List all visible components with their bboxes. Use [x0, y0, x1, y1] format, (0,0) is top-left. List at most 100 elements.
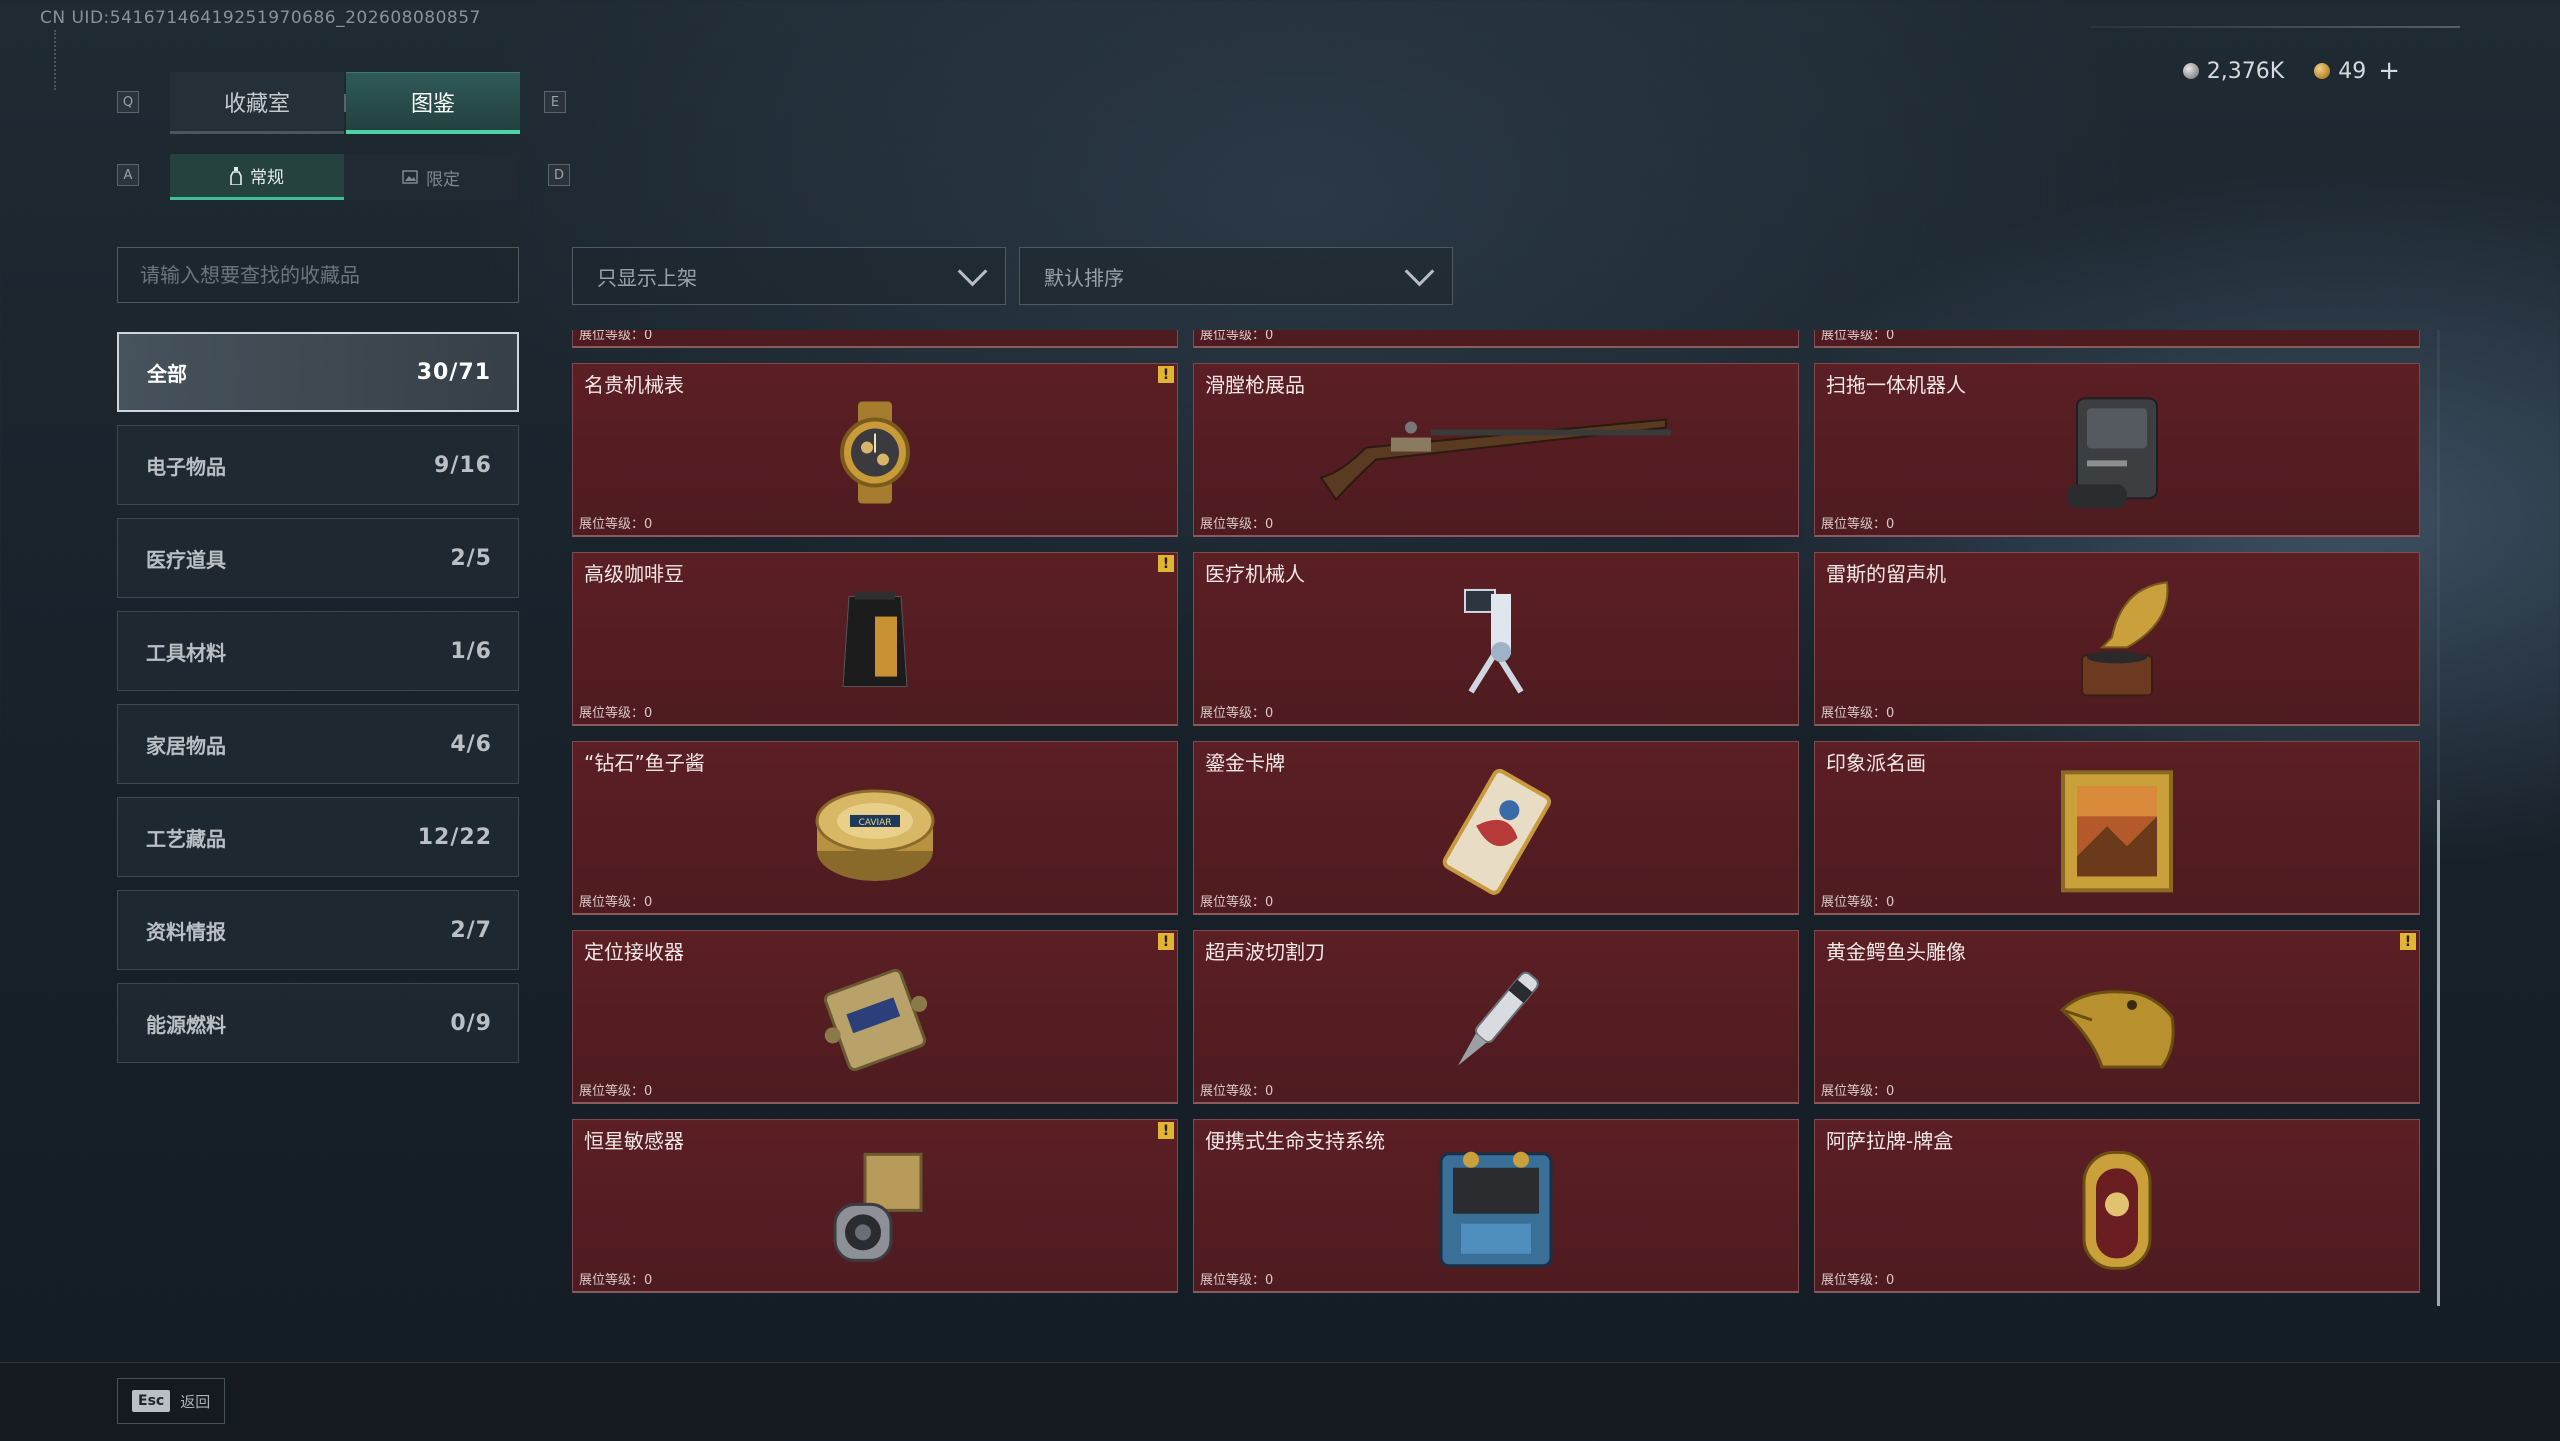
booth-level: 展位等级：0: [1821, 895, 1895, 910]
item-name: 黄金鳄鱼头雕像: [1826, 940, 1966, 964]
watch-icon: [820, 397, 930, 511]
scrollbar-thumb[interactable]: [2437, 800, 2440, 1306]
category-count: 2/7: [450, 917, 492, 943]
collection-card[interactable]: 黄金鳄鱼头雕像! 展位等级：0: [1814, 930, 2420, 1104]
booth-level: 展位等级：0: [1821, 706, 1895, 721]
svg-text:CAVIAR: CAVIAR: [858, 817, 891, 827]
category-label: 医疗道具: [146, 547, 226, 572]
item-name: 印象派名画: [1826, 751, 1926, 775]
currency-silver-value: 2,376K: [2206, 58, 2285, 84]
key-hint-q: Q: [117, 91, 139, 113]
collection-card[interactable]: 滑膛枪展品 展位等级：0: [1193, 363, 1799, 537]
tab-collection-room[interactable]: 收藏室: [170, 72, 344, 134]
item-name: “钻石”鱼子酱: [584, 751, 705, 775]
tab-catalog[interactable]: 图鉴: [346, 72, 520, 134]
category-count: 30/71: [416, 359, 491, 385]
booth-level: 展位等级：0: [579, 1084, 653, 1099]
collection-card[interactable]: 扫拖一体机器人 展位等级：0: [1814, 363, 2420, 537]
category-list: 全部 30/71 电子物品 9/16 医疗道具 2/5 工具材料 1/6 家居物品 4/6 工艺藏品…: [117, 332, 519, 1076]
category-label: 工艺藏品: [146, 826, 226, 851]
robot-vacuum-icon: [2057, 388, 2177, 522]
collection-card[interactable]: 展位等级：0: [1193, 330, 1799, 348]
currency-gold-value: 49: [2338, 58, 2367, 84]
item-name: 鎏金卡牌: [1205, 751, 1285, 775]
booth-level: 展位等级：0: [579, 895, 653, 910]
star-sensor-icon: [815, 1144, 935, 1278]
collection-card[interactable]: 名贵机械表! 展位等级：0: [572, 363, 1178, 537]
subtab-limited[interactable]: 限定: [344, 154, 518, 200]
category-label: 能源燃料: [146, 1012, 226, 1037]
item-name: 恒星敏感器: [584, 1129, 684, 1153]
currency-bar: 2,376K 49 +: [2182, 56, 2400, 86]
warning-icon: !: [2400, 933, 2416, 950]
collection-card[interactable]: 鎏金卡牌展位等级：0: [1193, 741, 1799, 915]
subtab-regular[interactable]: 常规: [170, 154, 344, 200]
search-input[interactable]: [117, 247, 519, 303]
shelf-filter-dropdown[interactable]: 只显示上架: [572, 247, 1006, 305]
collection-card[interactable]: “钻石”鱼子酱 CAVIAR 展位等级：0: [572, 741, 1178, 915]
booth-level: 展位等级：0: [579, 706, 653, 721]
gold-coin-icon: [2314, 63, 2331, 79]
item-name: 扫拖一体机器人: [1826, 373, 1966, 397]
collection-card[interactable]: 印象派名画展位等级：0: [1814, 741, 2420, 915]
category-count: 0/9: [450, 1010, 492, 1036]
silver-coin-icon: [2182, 63, 2199, 79]
category-label: 电子物品: [146, 454, 226, 479]
collection-card[interactable]: 超声波切割刀 展位等级：0: [1193, 930, 1799, 1104]
sort-dropdown[interactable]: 默认排序: [1019, 247, 1453, 305]
decor-line: [2090, 26, 2460, 28]
category-item[interactable]: 工艺藏品 12/22: [117, 797, 519, 877]
booth-level: 展位等级：0: [1821, 1084, 1895, 1099]
warning-icon: !: [1158, 933, 1174, 950]
category-count: 9/16: [434, 452, 492, 478]
collection-card[interactable]: 恒星敏感器! 展位等级：0: [572, 1119, 1178, 1293]
image-icon: [402, 170, 418, 184]
add-currency-button[interactable]: +: [2378, 56, 2400, 86]
category-item[interactable]: 资料情报 2/7: [117, 890, 519, 970]
musket-icon: [1311, 397, 1681, 511]
collection-card[interactable]: 高级咖啡豆! 展位等级：0: [572, 552, 1178, 726]
category-count: 1/6: [450, 638, 492, 664]
esc-key-hint: Esc: [132, 1390, 171, 1412]
gilded-card-icon: [1426, 766, 1566, 900]
collection-card[interactable]: 阿萨拉牌-牌盒展位等级：0: [1814, 1119, 2420, 1293]
category-item[interactable]: 能源燃料 0/9: [117, 983, 519, 1063]
item-name: 阿萨拉牌-牌盒: [1826, 1129, 1954, 1153]
collection-card[interactable]: 雷斯的留声机展位等级：0: [1814, 552, 2420, 726]
item-name: 高级咖啡豆: [584, 562, 684, 586]
collection-card[interactable]: 展位等级：0: [572, 330, 1178, 348]
booth-level: 展位等级：0: [1821, 1273, 1895, 1288]
medical-robot-icon: [1441, 581, 1551, 705]
category-item[interactable]: 全部 30/71: [117, 332, 519, 412]
subtab-label: 常规: [250, 168, 284, 188]
collection-card[interactable]: 定位接收器! 展位等级：0: [572, 930, 1178, 1104]
warning-icon: !: [1158, 555, 1174, 572]
booth-level: 展位等级：0: [1200, 330, 1274, 343]
back-button[interactable]: Esc 返回: [117, 1378, 226, 1424]
item-name: 医疗机械人: [1205, 562, 1305, 586]
booth-level: 展位等级：0: [1200, 895, 1274, 910]
collection-card[interactable]: 医疗机械人 展位等级：0: [1193, 552, 1799, 726]
category-item[interactable]: 工具材料 1/6: [117, 611, 519, 691]
subtab-label: 限定: [426, 169, 460, 190]
item-name: 滑膛枪展品: [1205, 373, 1305, 397]
category-label: 工具材料: [146, 640, 226, 665]
item-name: 雷斯的留声机: [1826, 562, 1946, 586]
booth-level: 展位等级：0: [579, 517, 653, 532]
category-item[interactable]: 医疗道具 2/5: [117, 518, 519, 598]
category-label: 资料情报: [146, 919, 226, 944]
booth-level: 展位等级：0: [1821, 330, 1895, 343]
collection-card[interactable]: 便携式生命支持系统 展位等级：0: [1193, 1119, 1799, 1293]
category-count: 2/5: [450, 545, 492, 571]
category-item[interactable]: 电子物品 9/16: [117, 425, 519, 505]
key-hint-e: E: [544, 91, 566, 113]
collection-card[interactable]: 展位等级：0: [1814, 330, 2420, 348]
ultrasonic-knife-icon: [1441, 955, 1551, 1089]
category-item[interactable]: 家居物品 4/6: [117, 704, 519, 784]
painting-icon: [2057, 766, 2177, 900]
currency-gold: 49 +: [2314, 56, 2400, 86]
category-count: 4/6: [450, 731, 492, 757]
key-hint-a: A: [117, 164, 139, 186]
warning-icon: !: [1158, 366, 1174, 383]
collection-grid[interactable]: 展位等级：0 展位等级：0 展位等级：0 名贵机械表! 展位等级：0 滑膛枪展品 展位等级：…: [572, 330, 2427, 1306]
